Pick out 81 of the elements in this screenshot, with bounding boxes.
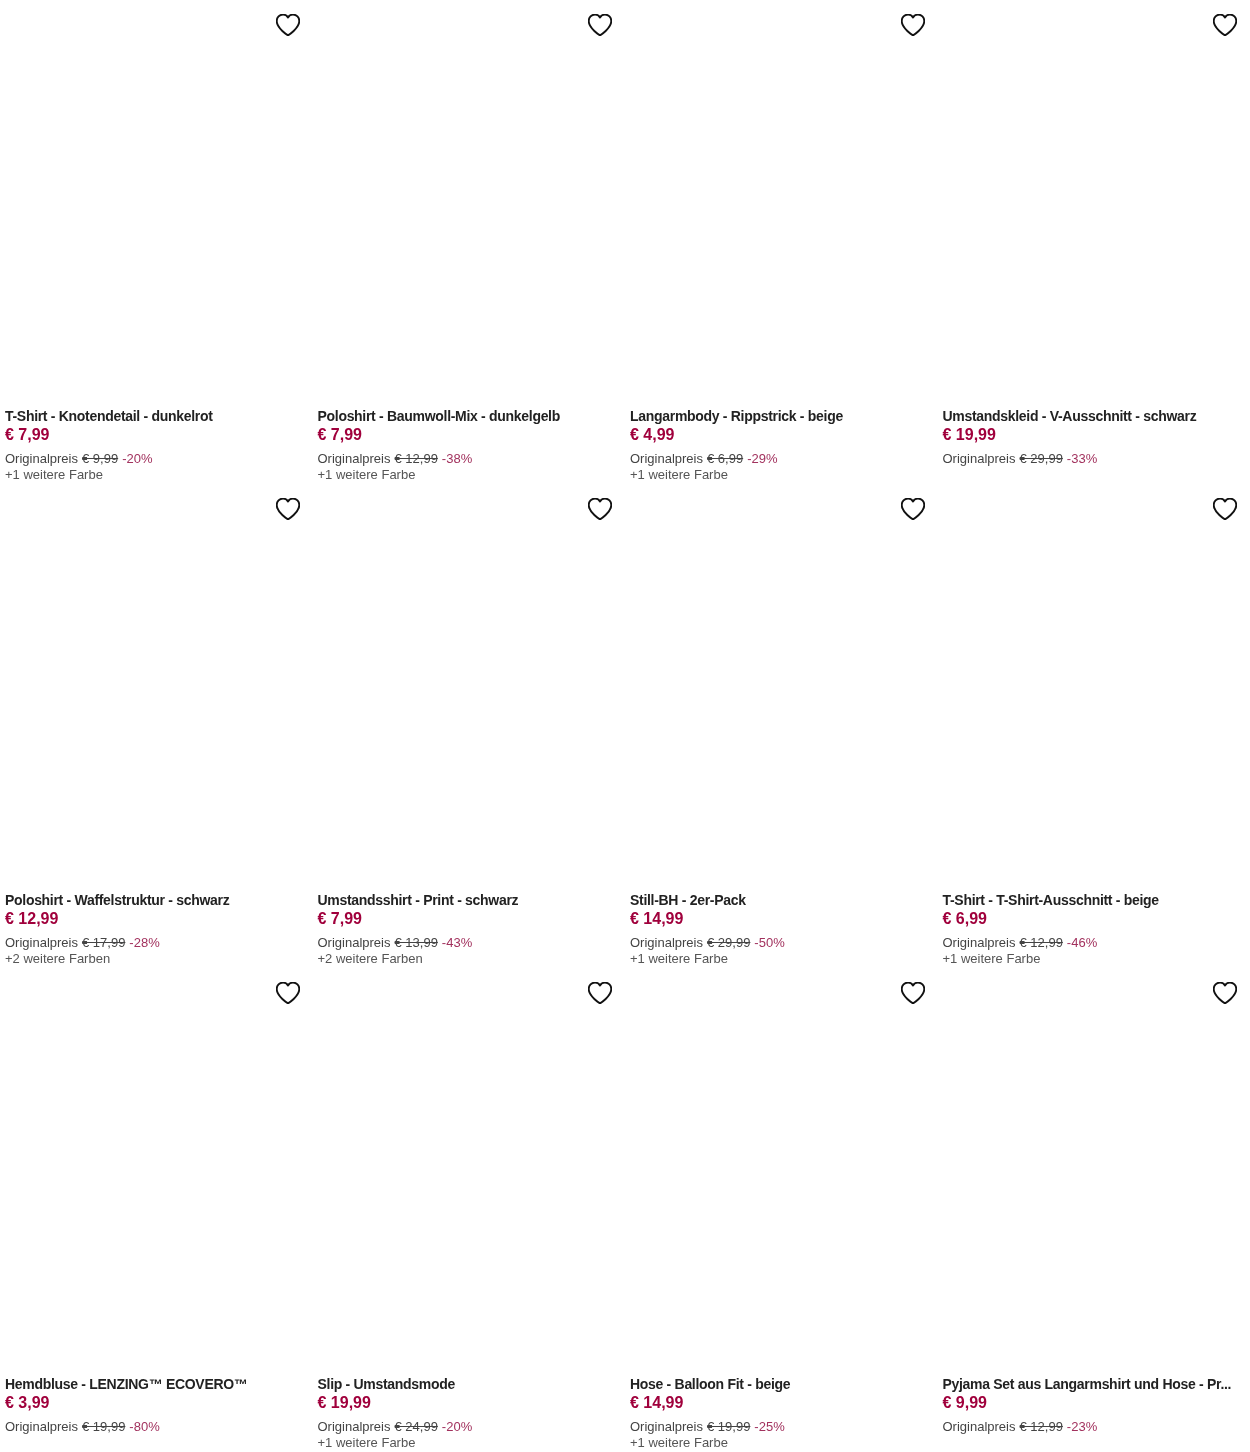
sale-price: € 7,99 — [5, 425, 50, 445]
discount-percent: -33% — [1066, 451, 1098, 467]
product-title[interactable]: T-Shirt - Knotendetail - dunkelrot — [5, 407, 213, 425]
original-price: € 12,99 — [1019, 1419, 1063, 1435]
original-price-label: Originalpreis — [317, 1419, 391, 1435]
product-title[interactable]: Hose - Balloon Fit - beige — [630, 1375, 791, 1393]
sale-price: € 7,99 — [317, 909, 362, 929]
more-colors-text: +1 weitere Farbe — [317, 1435, 416, 1451]
sale-price: € 19,99 — [942, 425, 996, 445]
heart-icon[interactable] — [588, 982, 612, 1004]
original-price: € 29,99 — [1019, 451, 1063, 467]
heart-icon[interactable] — [1213, 498, 1237, 520]
original-price: € 12,99 — [1019, 935, 1063, 951]
product-title[interactable]: Umstandskleid - V-Ausschnitt - schwarz — [942, 407, 1197, 425]
product-title[interactable]: Poloshirt - Baumwoll-Mix - dunkelgelb — [317, 407, 560, 425]
original-price: € 6,99 — [707, 451, 744, 467]
more-colors-text: +1 weitere Farbe — [630, 1435, 728, 1451]
original-price: € 29,99 — [707, 935, 751, 951]
product-title[interactable]: Hemdbluse - LENZING™ ECOVERO™ — [5, 1375, 248, 1393]
heart-icon[interactable] — [275, 498, 300, 520]
discount-percent: -23% — [1066, 1419, 1098, 1435]
sale-price: € 6,99 — [942, 909, 987, 929]
product-title[interactable]: Umstandsshirt - Print - schwarz — [317, 891, 519, 909]
more-colors-text: +1 weitere Farbe — [630, 951, 728, 967]
sale-price: € 9,99 — [942, 1393, 987, 1413]
product-title[interactable]: Slip - Umstandsmode — [317, 1375, 455, 1393]
heart-icon[interactable] — [900, 982, 925, 1004]
more-colors-text: +2 weitere Farben — [317, 951, 423, 967]
sale-price: € 14,99 — [630, 909, 684, 929]
original-price-label: Originalpreis — [317, 451, 391, 467]
more-colors-text: +1 weitere Farbe — [942, 951, 1041, 967]
product-title[interactable]: Langarmbody - Rippstrick - beige — [630, 407, 843, 425]
more-colors-text: +1 weitere Farbe — [317, 467, 416, 483]
original-price: € 19,99 — [82, 1419, 126, 1435]
discount-percent: -25% — [754, 1419, 785, 1435]
product-title[interactable]: Poloshirt - Waffelstruktur - schwarz — [5, 891, 230, 909]
original-price: € 24,99 — [394, 1419, 438, 1435]
original-price: € 19,99 — [707, 1419, 751, 1435]
product-title[interactable]: T-Shirt - T-Shirt-Ausschnitt - beige — [942, 891, 1159, 909]
heart-icon[interactable] — [900, 498, 925, 520]
heart-icon[interactable] — [275, 14, 300, 36]
discount-percent: -80% — [129, 1419, 160, 1435]
original-price-label: Originalpreis — [630, 451, 703, 467]
discount-percent: -29% — [747, 451, 778, 467]
discount-percent: -43% — [441, 935, 473, 951]
heart-icon[interactable] — [588, 14, 612, 36]
original-price: € 9,99 — [82, 451, 119, 467]
heart-icon[interactable] — [900, 14, 925, 36]
discount-percent: -46% — [1066, 935, 1098, 951]
original-price-label: Originalpreis — [942, 935, 1016, 951]
more-colors-text: +2 weitere Farben — [5, 951, 111, 967]
heart-icon[interactable] — [588, 498, 612, 520]
heart-icon[interactable] — [275, 982, 300, 1004]
original-price-label: Originalpreis — [630, 935, 703, 951]
original-price-label: Originalpreis — [5, 1419, 78, 1435]
discount-percent: -38% — [441, 451, 473, 467]
more-colors-text: +1 weitere Farbe — [5, 467, 103, 483]
sale-price: € 7,99 — [317, 425, 362, 445]
original-price-label: Originalpreis — [942, 451, 1016, 467]
sale-price: € 4,99 — [630, 425, 675, 445]
product-title[interactable]: Still-BH - 2er-Pack — [630, 891, 746, 909]
discount-percent: -20% — [441, 1419, 473, 1435]
original-price: € 13,99 — [394, 935, 438, 951]
sale-price: € 12,99 — [5, 909, 59, 929]
discount-percent: -20% — [122, 451, 153, 467]
sale-price: € 19,99 — [317, 1393, 371, 1413]
original-price-label: Originalpreis — [630, 1419, 703, 1435]
heart-icon[interactable] — [1213, 14, 1237, 36]
original-price: € 17,99 — [82, 935, 126, 951]
original-price-label: Originalpreis — [942, 1419, 1016, 1435]
original-price: € 12,99 — [394, 451, 438, 467]
more-colors-text: +1 weitere Farbe — [630, 467, 728, 483]
sale-price: € 14,99 — [630, 1393, 684, 1413]
original-price-label: Originalpreis — [317, 935, 391, 951]
product-title[interactable]: Pyjama Set aus Langarmshirt und Hose - Pr... — [942, 1375, 1232, 1393]
sale-price: € 3,99 — [5, 1393, 50, 1413]
original-price-label: Originalpreis — [5, 935, 78, 951]
heart-icon[interactable] — [1213, 982, 1237, 1004]
discount-percent: -50% — [754, 935, 785, 951]
discount-percent: -28% — [129, 935, 160, 951]
original-price-label: Originalpreis — [5, 451, 78, 467]
